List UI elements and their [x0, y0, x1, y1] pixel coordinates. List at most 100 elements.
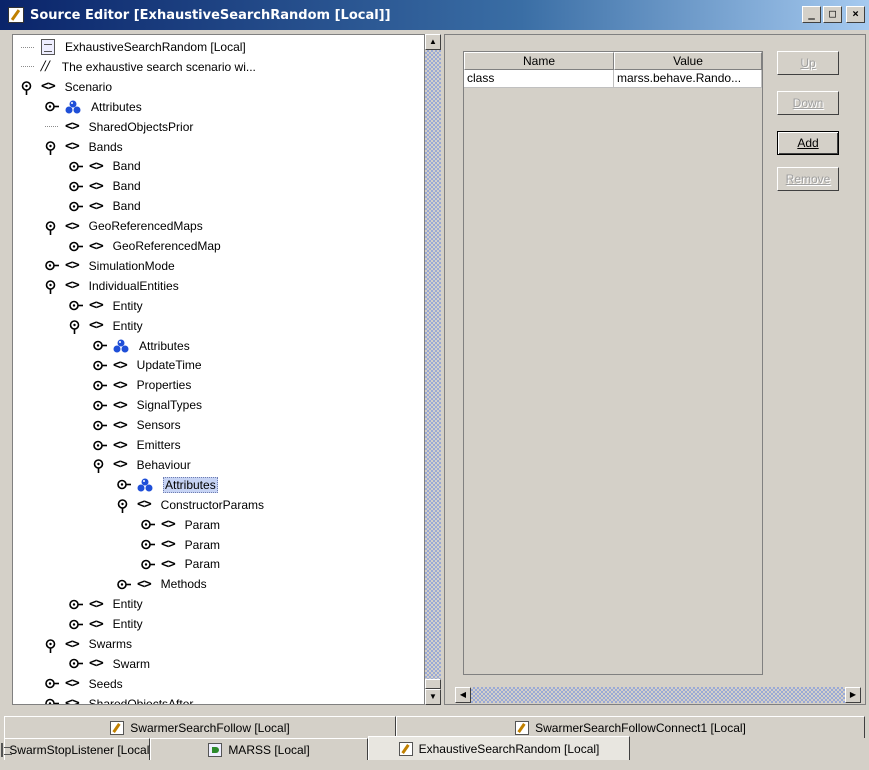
tree-node[interactable]: <> ConstructorParams	[117, 495, 264, 515]
expand-handle-icon[interactable]	[69, 658, 85, 669]
expand-handle-icon[interactable]	[93, 380, 109, 391]
expand-handle-icon[interactable]	[117, 479, 133, 490]
scroll-track[interactable]	[425, 50, 441, 689]
close-button[interactable]: ×	[846, 6, 865, 23]
expand-handle-icon[interactable]	[69, 619, 85, 630]
tree-node[interactable]: <> IndividualEntities	[45, 276, 179, 296]
tree-node[interactable]: <> Properties	[93, 375, 191, 395]
collapse-handle-icon[interactable]	[21, 81, 37, 96]
cell-value[interactable]: marss.behave.Rando...	[614, 70, 762, 88]
collapse-handle-icon[interactable]	[45, 141, 61, 155]
tree-node[interactable]: <> Band	[69, 156, 141, 176]
expand-handle-icon[interactable]	[69, 599, 85, 610]
expand-handle-icon[interactable]	[45, 678, 61, 689]
tab-exhaustive-search-random[interactable]: ExhaustiveSearchRandom [Local]	[368, 736, 630, 760]
expand-handle-icon[interactable]	[45, 101, 61, 112]
expand-handle-icon[interactable]	[141, 559, 157, 570]
tree-node[interactable]: <> Param	[141, 515, 220, 535]
panel-horizontal-scrollbar[interactable]: ◀ ▶	[455, 687, 861, 703]
tree-node[interactable]: <> Emitters	[93, 435, 181, 455]
maximize-button[interactable]: □	[823, 6, 842, 23]
tab-swarmer-search-follow-connect1[interactable]: SwarmerSearchFollowConnect1 [Local]	[396, 716, 865, 738]
tree-node[interactable]: <> Bands	[45, 137, 123, 157]
column-header-value[interactable]: Value	[614, 52, 762, 70]
scroll-left-button[interactable]: ◀	[455, 687, 471, 703]
tree-node[interactable]: <> UpdateTime	[93, 355, 202, 375]
tree-node[interactable]: <> SharedObjectsPrior	[45, 117, 193, 137]
expand-handle-icon[interactable]	[141, 519, 157, 530]
scroll-down-button[interactable]: ▼	[425, 689, 441, 705]
expand-handle-icon[interactable]	[93, 400, 109, 411]
expand-handle-icon[interactable]	[69, 161, 85, 172]
tree-node[interactable]: <> Entity	[69, 316, 143, 336]
tree-node[interactable]: <> Entity	[69, 614, 143, 634]
minimize-button[interactable]: _	[802, 6, 821, 23]
collapse-handle-icon[interactable]	[93, 459, 109, 474]
tab-swarm-stop-listener[interactable]: SwarmStopListener [Local]	[1, 738, 153, 760]
tree-node-label: Band	[112, 199, 141, 214]
element-icon: <>	[65, 636, 80, 652]
tree-node[interactable]: <> SimulationMode	[45, 256, 175, 276]
tree-node-label: Bands	[88, 139, 123, 154]
remove-button[interactable]: Remove	[777, 167, 839, 191]
tree-node[interactable]: Attributes	[93, 336, 190, 356]
tree-node[interactable]: <> Methods	[117, 574, 207, 594]
expand-handle-icon[interactable]	[93, 420, 109, 431]
tree-node[interactable]: <> SignalTypes	[93, 395, 202, 415]
xml-tree[interactable]: ExhaustiveSearchRandom [Local] // The exha…	[12, 34, 425, 705]
tree-node[interactable]: <> Band	[69, 196, 141, 216]
tree-node[interactable]: <> GeoReferencedMap	[69, 236, 221, 256]
tree-node[interactable]: <> Sensors	[93, 415, 181, 435]
add-button[interactable]: Add	[777, 131, 839, 155]
scroll-thumb[interactable]	[425, 679, 441, 689]
expand-handle-icon[interactable]	[45, 698, 61, 704]
collapse-handle-icon[interactable]	[45, 280, 61, 295]
tree-node[interactable]: // The exhaustive search scenario wi...	[21, 57, 256, 77]
expand-handle-icon[interactable]	[93, 340, 109, 351]
scroll-up-button[interactable]: ▲	[425, 34, 441, 50]
expand-handle-icon[interactable]	[69, 300, 85, 311]
tree-node-label: Param	[184, 537, 220, 552]
up-button[interactable]: Up	[777, 51, 839, 75]
tree-node[interactable]: <> Band	[69, 176, 141, 196]
tab-swarmer-search-follow[interactable]: SwarmerSearchFollow [Local]	[4, 716, 396, 738]
tree-node[interactable]: <> Scenario	[21, 77, 112, 97]
tree-node[interactable]: <> Swarms	[45, 634, 132, 654]
tree-node[interactable]: <> GeoReferencedMaps	[45, 216, 203, 236]
scroll-right-button[interactable]: ▶	[845, 687, 861, 703]
collapse-handle-icon[interactable]	[69, 320, 85, 335]
attribute-table[interactable]: Name Value class marss.behave.Rando...	[463, 51, 763, 675]
tree-node[interactable]: <> Seeds	[45, 674, 123, 694]
expand-handle-icon[interactable]	[45, 260, 61, 271]
expand-handle-icon[interactable]	[69, 181, 85, 192]
tree-node[interactable]: <> Param	[141, 535, 220, 555]
expand-handle-icon[interactable]	[141, 539, 157, 550]
expand-handle-icon[interactable]	[69, 201, 85, 212]
horizontal-scroll-track[interactable]	[471, 687, 845, 703]
expand-handle-icon[interactable]	[93, 360, 109, 371]
tab-marss[interactable]: MARSS [Local]	[150, 738, 368, 760]
collapse-handle-icon[interactable]	[45, 638, 61, 653]
down-button[interactable]: Down	[777, 91, 839, 115]
expand-handle-icon[interactable]	[69, 241, 85, 252]
column-header-name[interactable]: Name	[464, 52, 614, 70]
tree-node[interactable]: Attributes	[45, 97, 142, 117]
tree-node[interactable]: <> SharedObjectsAfter	[45, 694, 193, 704]
collapse-handle-icon[interactable]	[45, 220, 61, 235]
cell-name[interactable]: class	[464, 70, 614, 88]
table-row[interactable]: class marss.behave.Rando...	[464, 70, 762, 88]
tree-node[interactable]: <> Param	[141, 554, 220, 574]
tree-node[interactable]: <> Entity	[69, 594, 143, 614]
expand-handle-icon[interactable]	[93, 440, 109, 451]
tree-node[interactable]: ExhaustiveSearchRandom [Local]	[21, 37, 246, 57]
tree-node[interactable]: Attributes	[117, 475, 218, 495]
expand-handle-icon[interactable]	[117, 579, 133, 590]
tree-node[interactable]: <> Entity	[69, 296, 143, 316]
tree-node[interactable]: <> Behaviour	[93, 455, 191, 475]
tree-vertical-scrollbar[interactable]: ▲ ▼	[425, 34, 441, 705]
element-icon: <>	[89, 656, 104, 672]
tree-node-label: UpdateTime	[136, 358, 202, 373]
collapse-handle-icon[interactable]	[117, 499, 133, 514]
title-bar[interactable]: Source Editor [ExhaustiveSearchRandom [L…	[0, 0, 869, 30]
tree-node[interactable]: <> Swarm	[69, 654, 150, 674]
